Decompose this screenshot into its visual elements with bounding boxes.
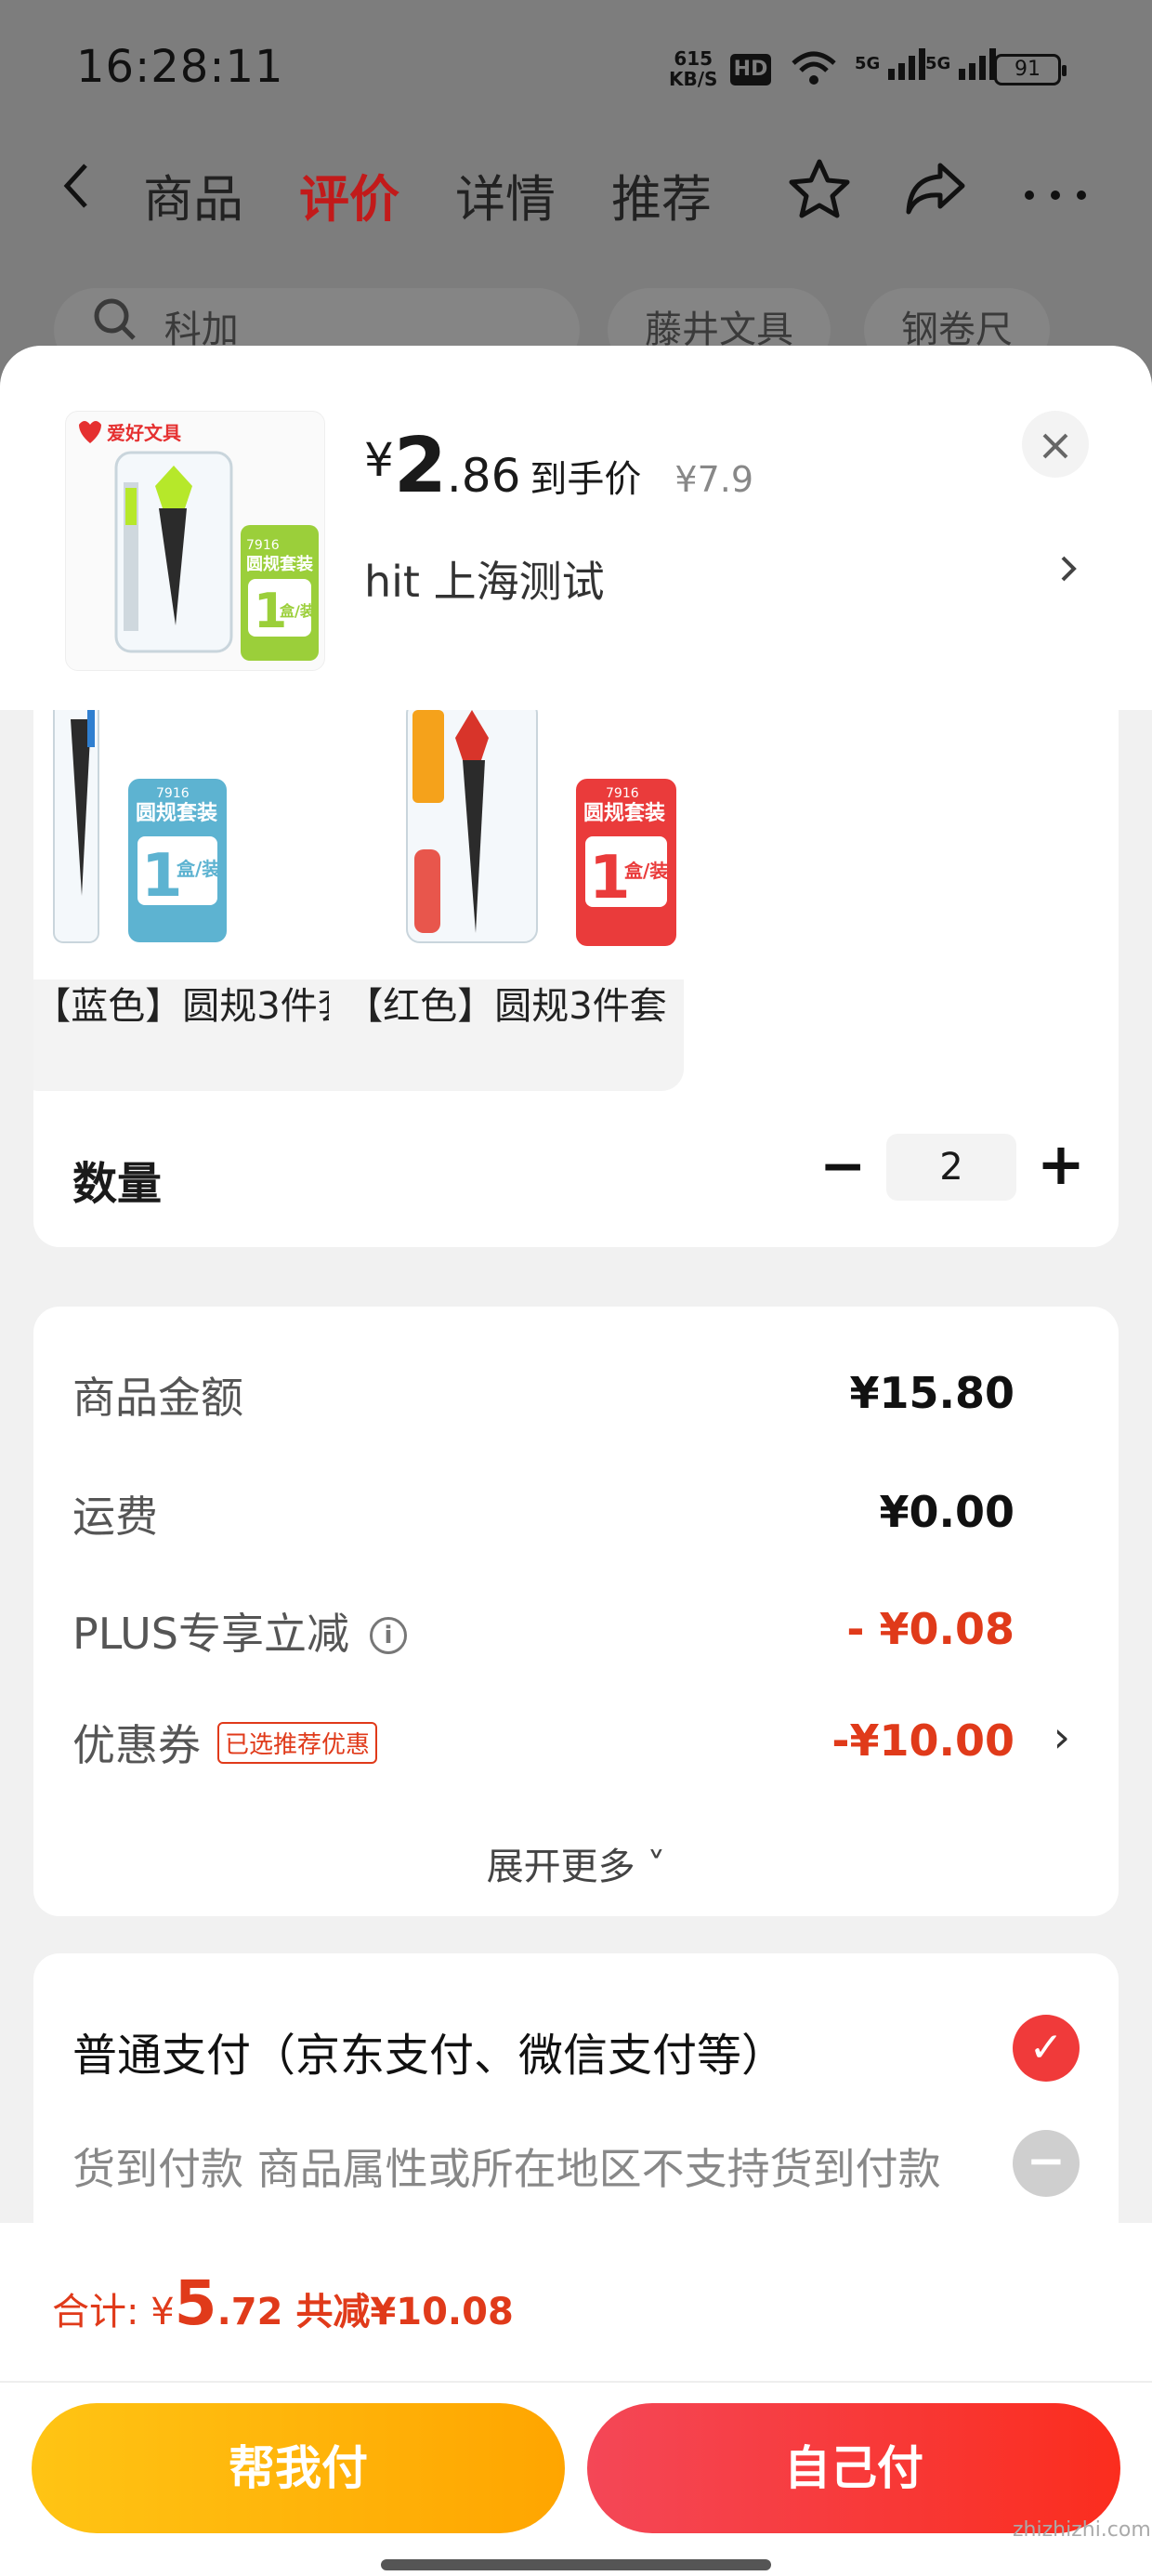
search-chip-row: 科加 藤井文具 钢卷尺 [0, 288, 1152, 372]
product-thumbnail: 爱好文具 7916 圆规套装 1 盒/装 [65, 411, 325, 671]
sim1-label: 5G [855, 54, 881, 73]
original-price: ¥7.9 [674, 459, 754, 500]
thumb-code: 7916 [246, 538, 280, 553]
share-icon[interactable] [903, 158, 968, 233]
fee-value: - ¥0.08 [846, 1604, 1015, 1654]
pay-myself-button[interactable]: 自己付 [587, 2403, 1120, 2533]
status-time: 16:28:11 [76, 41, 284, 93]
more-icon[interactable] [1018, 158, 1093, 233]
plus-discount-label: PLUS专享立减 [72, 1609, 349, 1659]
price-breakdown-card: 商品金额 ¥15.80 运费 ¥0.00 PLUS专享立减 i - ¥0.08 优… [33, 1307, 1119, 1916]
fee-row-shipping: 运费 ¥0.00 [72, 1483, 1080, 1548]
battery-icon: 91 [994, 54, 1067, 85]
variant-label: 【蓝色】圆规3件套 [33, 985, 355, 1028]
net-speed: 615 KB/S [669, 48, 717, 89]
variant-red-code: 7916 [606, 786, 639, 801]
watermark: zhizhizhi.com [1013, 2518, 1151, 2542]
variant-blue-box-title: 圆规套装 [136, 801, 217, 825]
price-decimal: .86 [446, 449, 521, 503]
variant-blue-code: 7916 [156, 786, 190, 801]
expand-more-button[interactable]: 展开更多 ˅ [33, 1836, 1119, 1890]
back-icon[interactable] [58, 158, 95, 228]
variant-red-box-title: 圆规套装 [583, 801, 665, 825]
net-speed-value: 615 [674, 47, 713, 70]
quantity-increase-button[interactable]: + [1037, 1130, 1085, 1198]
variant-red-box-unit: 盒/装 [623, 860, 668, 882]
coupon-badge: 已选推荐优惠 [217, 1722, 378, 1764]
total-label: 合计: ¥ [52, 2291, 175, 2333]
tab-recommend[interactable]: 推荐 [611, 158, 712, 231]
net-speed-unit: KB/S [669, 68, 718, 90]
total-integer: 5 [174, 2267, 217, 2339]
price-integer: 2 [393, 422, 447, 510]
close-icon [1042, 433, 1068, 459]
variant-image: 7916 圆规套装 1 盒/装 [33, 710, 372, 979]
fee-row-coupon[interactable]: 优惠券 已选推荐优惠 -¥10.00 › [72, 1712, 1080, 1777]
close-button[interactable] [1022, 411, 1089, 478]
disabled-icon: − [1013, 2130, 1080, 2197]
thumb-box-title: 圆规套装 [246, 554, 313, 574]
total-saved: 共减¥10.08 [295, 2291, 514, 2333]
info-icon[interactable]: i [369, 1617, 407, 1654]
variant-option-blue[interactable]: 7916 圆规套装 1 盒/装 【蓝色】圆规3件套 [33, 710, 372, 1091]
fee-value: -¥10.00 [831, 1715, 1015, 1766]
tab-details[interactable]: 详情 [455, 158, 556, 231]
sim2-label: 5G [925, 54, 951, 73]
product-header: 爱好文具 7916 圆规套装 1 盒/装 ¥2.86到手价¥7.9 hit [0, 346, 1152, 710]
quantity-input[interactable]: 2 [886, 1134, 1016, 1201]
fee-label: 优惠券 已选推荐优惠 [72, 1712, 378, 1773]
variant-blue-box-unit: 盒/装 [176, 858, 220, 880]
help-me-pay-button[interactable]: 帮我付 [32, 2403, 565, 2533]
chevron-right-icon[interactable]: › [1054, 1712, 1070, 1762]
signal-icon-sim1: 5G [855, 48, 929, 80]
tab-reviews[interactable]: 评价 [299, 158, 399, 231]
price-tag: 到手价 [530, 458, 642, 501]
coupon-label: 优惠券 [72, 1720, 201, 1770]
check-icon[interactable]: ✓ [1013, 2015, 1080, 2082]
top-nav: 商品 评价 详情 推荐 [0, 149, 1152, 251]
divider [0, 2381, 1152, 2383]
payment-option-cod: 货到付款 商品属性或所在地区不支持货到付款 [72, 2144, 941, 2194]
checkout-footer: 合计: ¥5.72 共减¥10.08 帮我付 自己付 zhizhizhi.com [0, 2223, 1152, 2576]
payment-method-card: 普通支付（京东支付、微信支付等） ✓ 货到付款 商品属性或所在地区不支持货到付款… [33, 1953, 1119, 2232]
quantity-label: 数量 [72, 1158, 163, 1210]
variant-image: 7916 圆规套装 1 盒/装 [329, 710, 684, 979]
status-bar: 16:28:11 615 KB/S HD 5G 5G 91 [0, 0, 1152, 139]
fee-label: PLUS专享立减 i [72, 1600, 407, 1662]
total-decimal: .72 [216, 2291, 283, 2333]
delivery-address[interactable]: hit 上海测试 [364, 548, 605, 610]
payment-option-normal[interactable]: 普通支付（京东支付、微信支付等） [72, 2018, 786, 2083]
chevron-right-icon[interactable] [1057, 548, 1080, 599]
wifi-icon [790, 48, 838, 94]
variant-label: 【红色】圆规3件套 [346, 985, 667, 1028]
thumb-brand: 爱好文具 [107, 422, 181, 444]
star-icon[interactable] [788, 158, 851, 233]
variant-quantity-card: 7916 圆规套装 1 盒/装 【蓝色】圆规3件套 7916 圆规套装 1 盒/… [33, 710, 1119, 1247]
fee-row-goods-amount: 商品金额 ¥15.80 [72, 1364, 1080, 1429]
signal-icon-sim2: 5G [925, 48, 1000, 80]
tab-goods[interactable]: 商品 [143, 158, 243, 231]
page: 16:28:11 615 KB/S HD 5G 5G 91 商品 评价 详情 推… [0, 0, 1152, 2576]
variant-list: 7916 圆规套装 1 盒/装 【蓝色】圆规3件套 7916 圆规套装 1 盒/… [33, 710, 1119, 1091]
quantity-decrease-button[interactable]: − [819, 1134, 866, 1199]
fee-label: 运费 [72, 1492, 158, 1542]
fee-value: ¥0.00 [879, 1487, 1015, 1537]
fee-label: 商品金额 [72, 1373, 243, 1423]
price-currency: ¥ [364, 433, 394, 487]
deal-price: ¥2.86 到手价 ¥7.9 [364, 422, 753, 510]
fee-value: ¥15.80 [849, 1368, 1015, 1418]
home-indicator[interactable] [381, 2559, 771, 2570]
hd-icon: HD [730, 54, 771, 85]
purchase-sheet: 爱好文具 7916 圆规套装 1 盒/装 ¥2.86到手价¥7.9 hit [0, 346, 1152, 2576]
thumb-box-unit: 盒/装 [280, 602, 315, 620]
fee-row-plus-discount: PLUS专享立减 i - ¥0.08 [72, 1600, 1080, 1665]
total-price: 合计: ¥5.72 共减¥10.08 [52, 2267, 514, 2339]
variant-option-red[interactable]: 7916 圆规套装 1 盒/装 【红色】圆规3件套 [329, 710, 684, 1091]
